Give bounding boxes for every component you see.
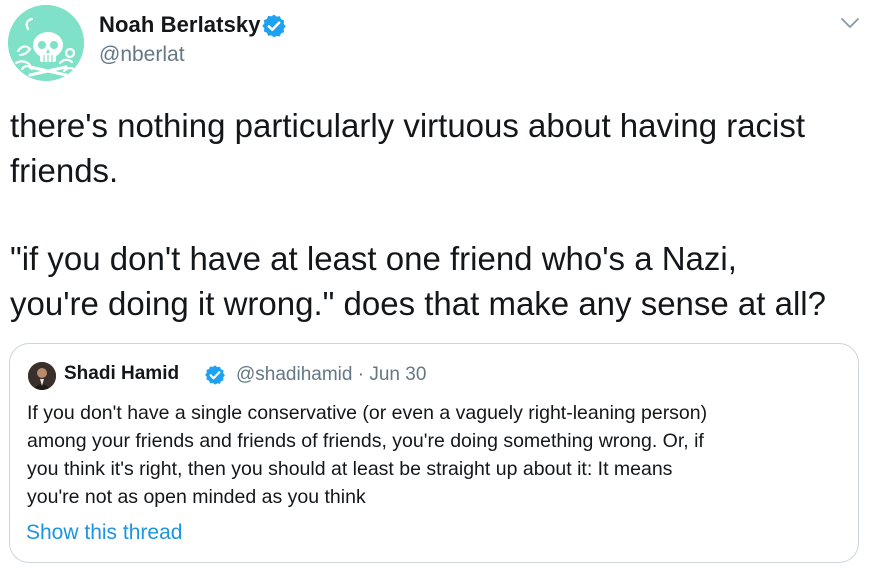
quoted-text-line: If you don't have a single conservative … [27,402,708,424]
chevron-down-icon[interactable] [838,13,862,33]
quoted-tweet-text: If you don't have a single conservative … [27,399,847,511]
quoted-text-line: you think it's right, then you should at… [27,458,673,480]
author-handle[interactable]: @nberlat [99,43,185,67]
quoted-display-name: Shadi Hamid [64,363,180,384]
author-display-name[interactable]: Noah Berlatsky [99,12,261,38]
tweet-line: friends. [10,151,119,189]
show-thread-link[interactable]: Show this thread [26,521,182,545]
tweet-line: you're doing it wrong." does that make a… [10,284,826,322]
skull-illustration-icon [8,5,84,81]
person-portrait-icon [28,362,56,390]
verified-badge-icon [205,365,225,385]
tweet-text: there's nothing particularly virtuous ab… [10,104,870,326]
tweet-line: there's nothing particularly virtuous ab… [10,107,806,144]
quoted-text-line: among your friends and friends of friend… [27,430,704,452]
quoted-text-line: you're not as open minded as you think [27,486,366,508]
verified-badge-icon [262,14,286,38]
quoted-handle-date: @shadihamid · Jun 30 [236,364,427,385]
tweet-line: "if you don't have at least one friend w… [10,240,737,277]
author-avatar[interactable] [8,5,84,81]
quoted-author-avatar [28,362,56,390]
quoted-tweet-card[interactable]: Shadi Hamid @shadihamid · Jun 30 If you … [9,343,859,563]
